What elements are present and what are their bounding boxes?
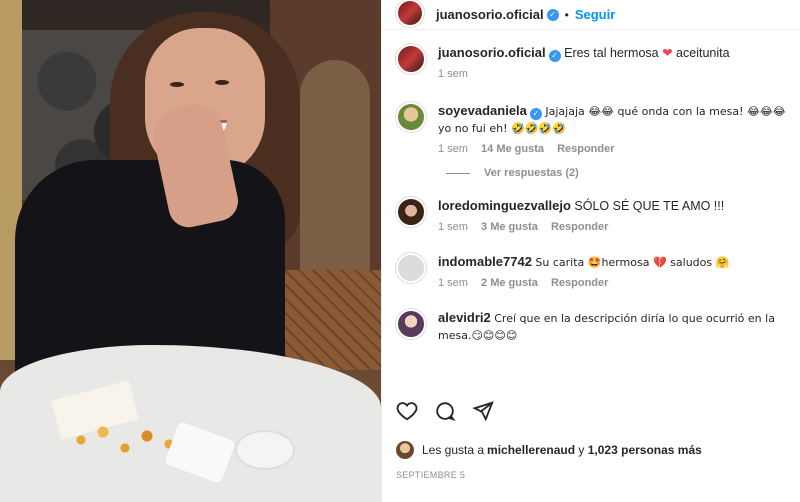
likes-count[interactable]: 1,023 personas más: [588, 443, 702, 457]
commenter-avatar[interactable]: [396, 253, 426, 283]
post-header: juanosorio.oficial ✓ • Seguir: [382, 0, 800, 30]
likes-summary: Les gusta a michellerenaud y 1,023 perso…: [396, 441, 702, 459]
likes-prefix: Les gusta a: [422, 443, 485, 457]
comment-body: indomable7742 Su carita 🤩hermosa 💔 salud…: [438, 253, 786, 289]
commenter-avatar[interactable]: [396, 309, 426, 339]
comment-item: soyevadaniela ✓ Jajajaja 😂😂 qué onda con …: [382, 102, 800, 155]
reply-button[interactable]: Responder: [551, 277, 608, 289]
reply-button[interactable]: Responder: [557, 143, 614, 155]
author-avatar[interactable]: [396, 0, 424, 27]
commenter-username[interactable]: alevidri2: [438, 310, 491, 325]
comment-item: alevidri2 Creí que en la descripción dir…: [382, 309, 800, 344]
commenter-username[interactable]: indomable7742: [438, 254, 532, 269]
caption-body: juanosorio.oficial ✓ Eres tal hermosa ❤ a…: [438, 44, 786, 80]
heart-emoji-icon: ❤: [662, 46, 673, 60]
photo-crumbs: [70, 420, 180, 460]
replies-line: [446, 172, 470, 174]
likes-middle: y: [575, 443, 588, 457]
verified-icon: ✓: [548, 50, 561, 62]
caption-text-before: Eres tal hermosa: [564, 46, 663, 60]
view-replies-button[interactable]: Ver respuestas (2): [446, 167, 800, 179]
heart-icon[interactable]: [396, 400, 418, 422]
liker-avatar[interactable]: [396, 441, 414, 459]
post-photo[interactable]: [0, 0, 381, 502]
comment-body: loredominguezvallejo SÓLO SÉ QUE TE AMO …: [438, 197, 786, 233]
photo-arch-inner: [300, 60, 370, 300]
comment-content: Su carita 🤩hermosa 💔 saludos 🤗: [535, 256, 730, 269]
caption-time[interactable]: 1 sem: [438, 68, 468, 80]
comment-body: alevidri2 Creí que en la descripción dir…: [438, 309, 786, 344]
share-icon[interactable]: [472, 400, 494, 422]
comment-meta: 1 sem 3 Me gusta Responder: [438, 221, 786, 233]
follow-button[interactable]: Seguir: [575, 7, 615, 22]
post-date[interactable]: SEPTIEMBRE 5: [396, 470, 465, 480]
photo-eye: [170, 82, 184, 87]
caption-text: juanosorio.oficial ✓ Eres tal hermosa ❤ a…: [438, 44, 786, 62]
photo-cup: [235, 430, 295, 470]
caption-text-after: aceitunita: [672, 46, 730, 60]
comment-time[interactable]: 1 sem: [438, 221, 468, 233]
commenter-avatar[interactable]: [396, 197, 426, 227]
photo-eye: [215, 80, 229, 85]
post-side-panel: juanosorio.oficial ✓ • Seguir juanosorio…: [381, 0, 800, 502]
comment-text: alevidri2 Creí que en la descripción dir…: [438, 309, 786, 344]
comment-body: soyevadaniela ✓ Jajajaja 😂😂 qué onda con …: [438, 102, 786, 155]
commenter-avatar[interactable]: [396, 102, 426, 132]
author-username[interactable]: juanosorio.oficial: [436, 7, 544, 22]
comment-content: SÓLO SÉ QUE TE AMO !!!: [574, 199, 725, 213]
comment-likes[interactable]: 2 Me gusta: [481, 277, 538, 289]
caption-avatar[interactable]: [396, 44, 426, 74]
commenter-username[interactable]: soyevadaniela: [438, 103, 527, 118]
reply-button[interactable]: Responder: [551, 221, 608, 233]
view-replies-label: Ver respuestas (2): [484, 167, 579, 179]
comment-likes[interactable]: 14 Me gusta: [481, 143, 544, 155]
comment-meta: 1 sem 2 Me gusta Responder: [438, 277, 786, 289]
comments-list: juanosorio.oficial ✓ Eres tal hermosa ❤ a…: [382, 44, 800, 352]
comment-item: indomable7742 Su carita 🤩hermosa 💔 salud…: [382, 253, 800, 289]
caption-username[interactable]: juanosorio.oficial: [438, 45, 546, 60]
comment-time[interactable]: 1 sem: [438, 143, 468, 155]
comment-icon[interactable]: [434, 400, 456, 422]
comment-likes[interactable]: 3 Me gusta: [481, 221, 538, 233]
comment-time[interactable]: 1 sem: [438, 277, 468, 289]
verified-icon: ✓: [529, 108, 542, 120]
verified-icon: ✓: [546, 8, 559, 21]
comment-text: indomable7742 Su carita 🤩hermosa 💔 salud…: [438, 253, 786, 271]
post-actions: [396, 400, 494, 422]
comment-text: soyevadaniela ✓ Jajajaja 😂😂 qué onda con …: [438, 102, 786, 137]
comment-item: loredominguezvallejo SÓLO SÉ QUE TE AMO …: [382, 197, 800, 233]
comment-meta: 1 sem 14 Me gusta Responder: [438, 143, 786, 155]
likes-user[interactable]: michellerenaud: [487, 443, 575, 457]
commenter-username[interactable]: loredominguezvallejo: [438, 198, 571, 213]
separator-dot: •: [564, 7, 569, 22]
caption-meta: 1 sem: [438, 68, 786, 80]
caption: juanosorio.oficial ✓ Eres tal hermosa ❤ a…: [382, 44, 800, 80]
comment-text: loredominguezvallejo SÓLO SÉ QUE TE AMO …: [438, 197, 786, 215]
